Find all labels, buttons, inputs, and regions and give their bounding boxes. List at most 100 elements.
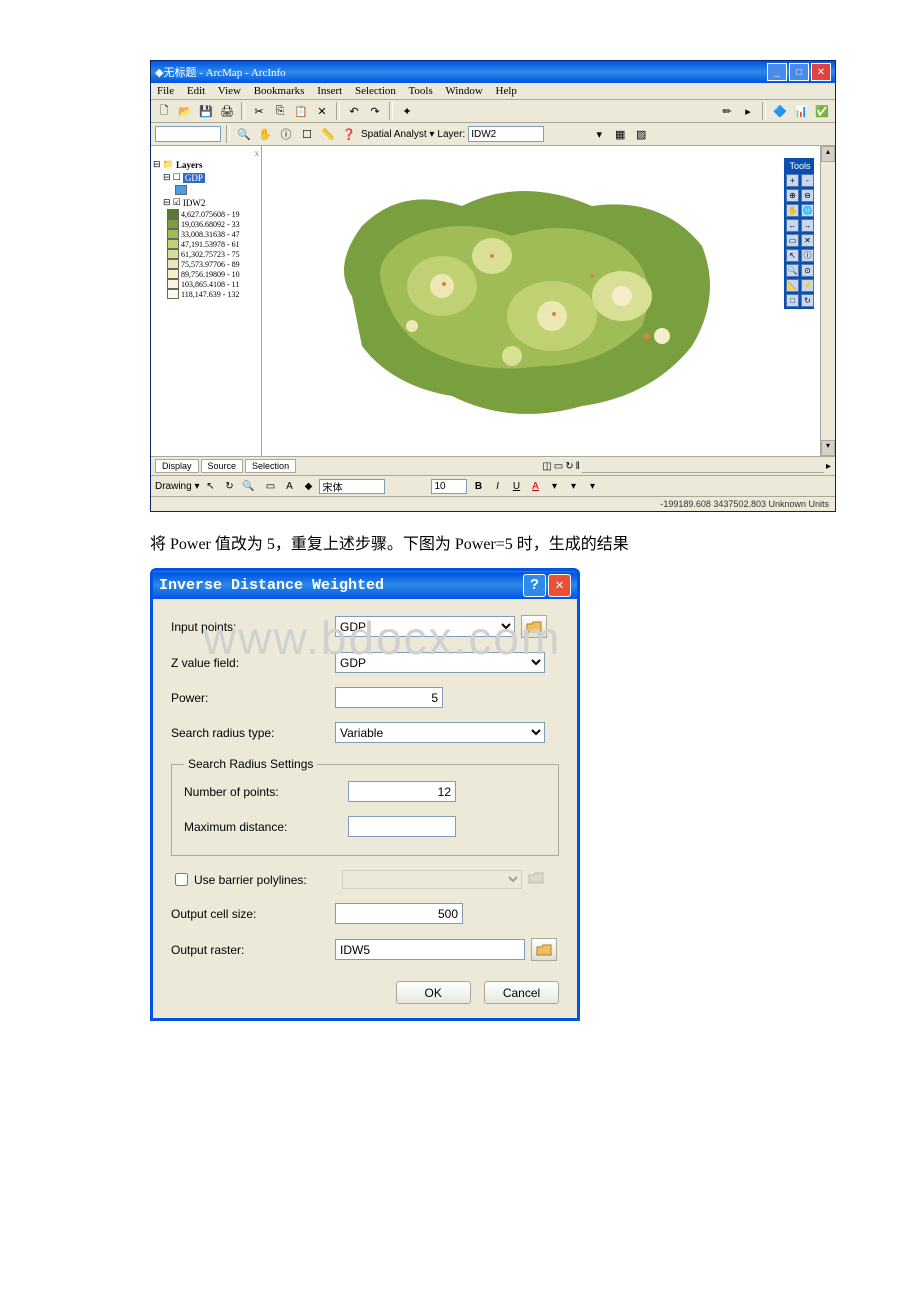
hyperlink-icon[interactable]: ⚡ [801,279,814,292]
cut-icon[interactable]: ✂ [250,102,268,120]
tool-c-icon[interactable]: 📊 [792,102,810,120]
spatial-analyst-label[interactable]: Spatial Analyst ▾ [361,129,434,140]
tools-toolbar[interactable]: Tools +- ⊕⊖ ✋🌐 ←→ ▭✕ ↖ⓘ 🔍⊙ 📐⚡ □↻ [784,158,814,309]
scroll-down-icon[interactable]: ▾ [821,440,835,456]
zoom-icon[interactable]: 🔍 [235,125,253,143]
hand-icon[interactable]: ✋ [256,125,274,143]
whatsthis-icon[interactable]: ❓ [340,125,358,143]
menu-window[interactable]: Window [445,85,482,97]
toc-close-icon[interactable]: x [153,148,259,158]
paste-icon[interactable]: 📋 [292,102,310,120]
copy-icon[interactable]: ⎘ [271,102,289,120]
identify-tool-icon[interactable]: ⓘ [801,249,814,262]
browse-output-button[interactable] [531,938,557,961]
prev-extent-icon[interactable]: ← [786,219,799,232]
new-icon[interactable]: 🗋 [155,102,173,120]
markercolor-icon[interactable]: ▾ [584,478,600,494]
menu-edit[interactable]: Edit [187,85,205,97]
menu-bookmarks[interactable]: Bookmarks [254,85,305,97]
zoom-draw-icon[interactable]: 🔍 [240,478,256,494]
barrier-checkbox[interactable] [175,873,188,886]
table-of-contents[interactable]: x ⊟ 📁 Layers ⊟ ☐ GDP ⊟ ☑ IDW2 4,627.0756… [151,146,262,456]
minimize-button[interactable]: _ [767,63,787,81]
measure-tool-icon[interactable]: 📐 [786,279,799,292]
scroll-right-icon[interactable]: ▸ [826,461,831,472]
next-extent-icon[interactable]: → [801,219,814,232]
underline-icon[interactable]: U [508,478,524,494]
rotate-element-icon[interactable]: ↻ [221,478,237,494]
bold-icon[interactable]: B [470,478,486,494]
italic-icon[interactable]: I [489,478,505,494]
toc-layer-idw2[interactable]: ⊟ ☑ IDW2 [153,196,259,209]
clear-selection-icon[interactable]: ✕ [801,234,814,247]
tool-d-icon[interactable]: ✅ [813,102,831,120]
tab-source[interactable]: Source [201,459,244,473]
maximize-button[interactable]: □ [789,63,809,81]
save-icon[interactable]: 💾 [197,102,215,120]
identify-icon[interactable]: ⓘ [277,125,295,143]
dataview-icon[interactable]: ◫ [542,461,551,472]
menu-view[interactable]: View [218,85,241,97]
zoomout-icon[interactable]: - [801,174,814,187]
editor-icon[interactable]: ✏ [718,102,736,120]
drawing-menu[interactable]: Drawing ▾ [155,481,199,492]
map-view[interactable]: Tools +- ⊕⊖ ✋🌐 ←→ ▭✕ ↖ⓘ 🔍⊙ 📐⚡ □↻ [262,146,820,456]
menu-tools[interactable]: Tools [408,85,432,97]
zoomin-icon[interactable]: + [786,174,799,187]
undo-icon[interactable]: ↶ [345,102,363,120]
fillcolor-icon[interactable]: ▾ [546,478,562,494]
fontsize-combo[interactable] [431,479,467,494]
select-features-icon[interactable]: ▭ [786,234,799,247]
pan-icon[interactable]: ✋ [786,204,799,217]
vertical-scrollbar[interactable]: ▴ ▾ [820,146,835,456]
tab-display[interactable]: Display [155,459,199,473]
power-input[interactable] [335,687,443,708]
dialog-close-button[interactable]: ✕ [548,574,571,597]
ok-button[interactable]: OK [396,981,471,1004]
linecolor-icon[interactable]: ▾ [565,478,581,494]
font-combo[interactable] [319,479,385,494]
menu-file[interactable]: File [157,85,174,97]
add-data-icon[interactable]: ✦ [398,102,416,120]
refresh-icon[interactable]: ↻ [565,461,573,472]
select-icon[interactable]: ☐ [298,125,316,143]
tool-b-icon[interactable]: 🔷 [771,102,789,120]
find-icon[interactable]: 🔍 [786,264,799,277]
layer-combo[interactable] [468,126,544,142]
fixed-zoomin-icon[interactable]: ⊕ [786,189,799,202]
menu-selection[interactable]: Selection [355,85,396,97]
measure-icon[interactable]: 📏 [319,125,337,143]
pointer-icon[interactable]: ↖ [786,249,799,262]
browse-input-button[interactable] [521,615,547,638]
cell-size-input[interactable] [335,903,463,924]
tool-a-icon[interactable]: ▸ [739,102,757,120]
toc-layer-gdp[interactable]: ⊟ ☐ GDP [153,171,259,184]
output-input[interactable] [335,939,525,960]
help-button[interactable]: ? [523,574,546,597]
cancel-button[interactable]: Cancel [484,981,559,1004]
pause-icon[interactable]: ‖ [576,461,580,472]
print-icon[interactable]: 🖨 [218,102,236,120]
radius-type-select[interactable]: Variable [335,722,545,743]
delete-icon[interactable]: ✕ [313,102,331,120]
edit-vertices-icon[interactable]: ◆ [300,478,316,494]
close-button[interactable]: ✕ [811,63,831,81]
menu-help[interactable]: Help [496,85,517,97]
num-points-input[interactable] [348,781,456,802]
input-points-select[interactable]: GDP [335,616,515,637]
open-icon[interactable]: 📂 [176,102,194,120]
histogram-icon[interactable]: ▾ [590,125,608,143]
redo-icon[interactable]: ↷ [366,102,384,120]
goto-xy-icon[interactable]: ⊙ [801,264,814,277]
tab-selection[interactable]: Selection [245,459,296,473]
text-icon[interactable]: A [281,478,297,494]
rectangle-icon[interactable]: ▭ [262,478,278,494]
fixed-zoomout-icon[interactable]: ⊖ [801,189,814,202]
layoutview-icon[interactable]: ▭ [554,461,563,472]
hillshade-icon[interactable]: ▨ [632,125,650,143]
max-dist-input[interactable] [348,816,456,837]
select-elements-icon[interactable]: ↖ [202,478,218,494]
contour-icon[interactable]: ▦ [611,125,629,143]
html-popup-icon[interactable]: □ [786,294,799,307]
toc-layers-root[interactable]: ⊟ 📁 Layers [153,158,259,171]
